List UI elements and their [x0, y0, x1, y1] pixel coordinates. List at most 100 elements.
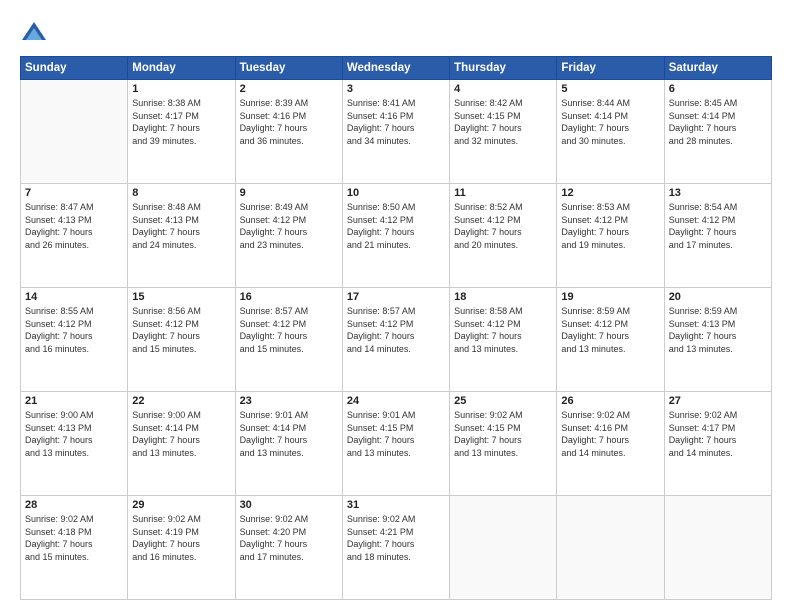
calendar-cell: 2Sunrise: 8:39 AMSunset: 4:16 PMDaylight… [235, 80, 342, 184]
day-info: Sunrise: 8:54 AMSunset: 4:12 PMDaylight:… [669, 201, 767, 251]
day-number: 13 [669, 187, 767, 199]
day-number: 11 [454, 187, 552, 199]
day-info: Sunrise: 9:02 AMSunset: 4:18 PMDaylight:… [25, 513, 123, 563]
calendar-cell: 17Sunrise: 8:57 AMSunset: 4:12 PMDayligh… [342, 288, 449, 392]
sunrise-text: Sunrise: 8:41 AM [347, 97, 445, 110]
calendar-cell: 4Sunrise: 8:42 AMSunset: 4:15 PMDaylight… [450, 80, 557, 184]
daylight-line1: Daylight: 7 hours [132, 538, 230, 551]
daylight-line2: and 15 minutes. [25, 551, 123, 564]
daylight-line1: Daylight: 7 hours [240, 538, 338, 551]
day-info: Sunrise: 9:02 AMSunset: 4:16 PMDaylight:… [561, 409, 659, 459]
weekday-header-sunday: Sunday [21, 57, 128, 80]
sunrise-text: Sunrise: 8:50 AM [347, 201, 445, 214]
day-info: Sunrise: 9:01 AMSunset: 4:15 PMDaylight:… [347, 409, 445, 459]
sunset-text: Sunset: 4:12 PM [561, 214, 659, 227]
calendar-cell: 11Sunrise: 8:52 AMSunset: 4:12 PMDayligh… [450, 184, 557, 288]
daylight-line2: and 14 minutes. [669, 447, 767, 460]
sunrise-text: Sunrise: 9:01 AM [240, 409, 338, 422]
calendar-cell: 20Sunrise: 8:59 AMSunset: 4:13 PMDayligh… [664, 288, 771, 392]
weekday-header-tuesday: Tuesday [235, 57, 342, 80]
day-number: 4 [454, 83, 552, 95]
day-info: Sunrise: 8:48 AMSunset: 4:13 PMDaylight:… [132, 201, 230, 251]
daylight-line1: Daylight: 7 hours [669, 434, 767, 447]
daylight-line2: and 13 minutes. [240, 447, 338, 460]
daylight-line2: and 14 minutes. [561, 447, 659, 460]
daylight-line1: Daylight: 7 hours [240, 226, 338, 239]
day-number: 20 [669, 291, 767, 303]
sunset-text: Sunset: 4:14 PM [132, 422, 230, 435]
weekday-header-saturday: Saturday [664, 57, 771, 80]
sunset-text: Sunset: 4:13 PM [669, 318, 767, 331]
calendar-cell: 8Sunrise: 8:48 AMSunset: 4:13 PMDaylight… [128, 184, 235, 288]
weekday-header-friday: Friday [557, 57, 664, 80]
day-info: Sunrise: 9:02 AMSunset: 4:20 PMDaylight:… [240, 513, 338, 563]
day-number: 28 [25, 499, 123, 511]
calendar-cell: 29Sunrise: 9:02 AMSunset: 4:19 PMDayligh… [128, 496, 235, 600]
day-number: 22 [132, 395, 230, 407]
day-number: 3 [347, 83, 445, 95]
calendar-cell: 12Sunrise: 8:53 AMSunset: 4:12 PMDayligh… [557, 184, 664, 288]
calendar-cell: 10Sunrise: 8:50 AMSunset: 4:12 PMDayligh… [342, 184, 449, 288]
daylight-line1: Daylight: 7 hours [347, 434, 445, 447]
sunrise-text: Sunrise: 8:38 AM [132, 97, 230, 110]
sunrise-text: Sunrise: 8:49 AM [240, 201, 338, 214]
day-number: 21 [25, 395, 123, 407]
sunrise-text: Sunrise: 8:39 AM [240, 97, 338, 110]
daylight-line2: and 17 minutes. [669, 239, 767, 252]
daylight-line2: and 13 minutes. [132, 447, 230, 460]
daylight-line2: and 13 minutes. [669, 343, 767, 356]
day-info: Sunrise: 8:41 AMSunset: 4:16 PMDaylight:… [347, 97, 445, 147]
calendar-cell: 25Sunrise: 9:02 AMSunset: 4:15 PMDayligh… [450, 392, 557, 496]
daylight-line2: and 14 minutes. [347, 343, 445, 356]
sunset-text: Sunset: 4:14 PM [669, 110, 767, 123]
sunrise-text: Sunrise: 8:54 AM [669, 201, 767, 214]
day-info: Sunrise: 8:59 AMSunset: 4:12 PMDaylight:… [561, 305, 659, 355]
week-row-2: 14Sunrise: 8:55 AMSunset: 4:12 PMDayligh… [21, 288, 772, 392]
sunset-text: Sunset: 4:12 PM [240, 214, 338, 227]
day-info: Sunrise: 9:02 AMSunset: 4:21 PMDaylight:… [347, 513, 445, 563]
sunset-text: Sunset: 4:17 PM [669, 422, 767, 435]
calendar-cell: 21Sunrise: 9:00 AMSunset: 4:13 PMDayligh… [21, 392, 128, 496]
day-info: Sunrise: 9:02 AMSunset: 4:17 PMDaylight:… [669, 409, 767, 459]
sunset-text: Sunset: 4:12 PM [132, 318, 230, 331]
sunrise-text: Sunrise: 8:42 AM [454, 97, 552, 110]
daylight-line1: Daylight: 7 hours [561, 434, 659, 447]
sunset-text: Sunset: 4:13 PM [25, 422, 123, 435]
daylight-line2: and 13 minutes. [454, 343, 552, 356]
day-info: Sunrise: 9:02 AMSunset: 4:15 PMDaylight:… [454, 409, 552, 459]
daylight-line2: and 17 minutes. [240, 551, 338, 564]
daylight-line2: and 34 minutes. [347, 135, 445, 148]
day-number: 18 [454, 291, 552, 303]
calendar-cell: 3 Sunrise: 8:41 AMSunset: 4:16 PMDaylight… [342, 80, 449, 184]
calendar-cell: 19Sunrise: 8:59 AMSunset: 4:12 PMDayligh… [557, 288, 664, 392]
sunrise-text: Sunrise: 8:57 AM [240, 305, 338, 318]
daylight-line1: Daylight: 7 hours [669, 330, 767, 343]
daylight-line2: and 13 minutes. [454, 447, 552, 460]
week-row-0: 1Sunrise: 8:38 AMSunset: 4:17 PMDaylight… [21, 80, 772, 184]
sunset-text: Sunset: 4:13 PM [25, 214, 123, 227]
day-info: Sunrise: 8:47 AMSunset: 4:13 PMDaylight:… [25, 201, 123, 251]
sunrise-text: Sunrise: 8:48 AM [132, 201, 230, 214]
calendar-cell: 26 Sunrise: 9:02 AMSunset: 4:16 PMDayligh… [557, 392, 664, 496]
calendar-cell: 6Sunrise: 8:45 AMSunset: 4:14 PMDaylight… [664, 80, 771, 184]
day-number: 26 [561, 395, 659, 407]
daylight-line1: Daylight: 7 hours [240, 122, 338, 135]
daylight-line2: and 36 minutes. [240, 135, 338, 148]
sunset-text: Sunset: 4:20 PM [240, 526, 338, 539]
daylight-line1: Daylight: 7 hours [561, 330, 659, 343]
day-info: Sunrise: 8:56 AMSunset: 4:12 PMDaylight:… [132, 305, 230, 355]
daylight-line1: Daylight: 7 hours [240, 434, 338, 447]
sunrise-text: Sunrise: 8:52 AM [454, 201, 552, 214]
day-info: Sunrise: 8:57 AMSunset: 4:12 PMDaylight:… [347, 305, 445, 355]
sunrise-text: Sunrise: 9:02 AM [132, 513, 230, 526]
sunrise-text: Sunrise: 9:02 AM [454, 409, 552, 422]
daylight-line1: Daylight: 7 hours [454, 330, 552, 343]
sunrise-text: Sunrise: 9:02 AM [669, 409, 767, 422]
day-number: 27 [669, 395, 767, 407]
week-row-1: 7Sunrise: 8:47 AMSunset: 4:13 PMDaylight… [21, 184, 772, 288]
day-number: 31 [347, 499, 445, 511]
day-number: 1 [132, 83, 230, 95]
calendar-cell: 9Sunrise: 8:49 AMSunset: 4:12 PMDaylight… [235, 184, 342, 288]
calendar-cell: 13 Sunrise: 8:54 AMSunset: 4:12 PMDayligh… [664, 184, 771, 288]
daylight-line1: Daylight: 7 hours [454, 226, 552, 239]
